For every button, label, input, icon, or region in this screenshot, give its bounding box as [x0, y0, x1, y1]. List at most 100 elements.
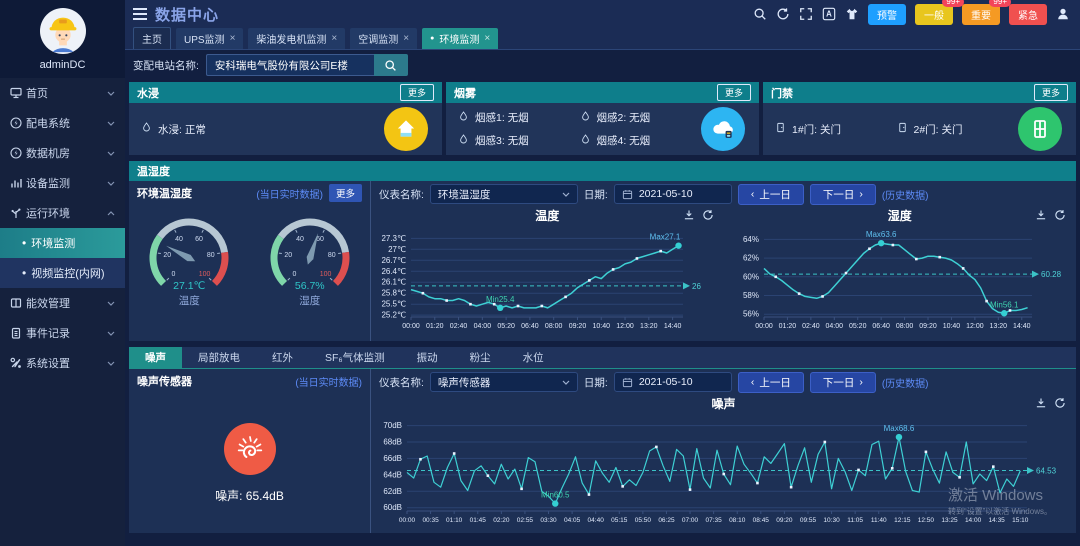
svg-text:14:40: 14:40	[664, 323, 682, 330]
card-more-button[interactable]: 更多	[717, 84, 751, 101]
sidebar-item-label: 首页	[26, 85, 107, 101]
alert-button-0[interactable]: 预警	[868, 4, 906, 25]
svg-text:26.4℃: 26.4℃	[381, 267, 406, 276]
page-title: 数据中心	[155, 4, 219, 25]
svg-text:27.3℃: 27.3℃	[381, 234, 406, 243]
env-tab-4[interactable]: 振动	[401, 347, 454, 368]
droplet-icon	[458, 134, 469, 148]
meter-select[interactable]: 噪声传感器	[430, 372, 578, 392]
refresh-icon[interactable]	[1054, 209, 1066, 224]
download-icon[interactable]	[1035, 397, 1047, 412]
svg-text:09:20: 09:20	[776, 517, 793, 524]
refresh-icon[interactable]	[1054, 397, 1066, 412]
refresh-icon[interactable]	[702, 209, 714, 224]
download-icon[interactable]	[683, 209, 695, 224]
noise-chart-panel: 噪声 60dB62dB64dB66dB68dB70dB00:0000:3501:…	[371, 395, 1076, 534]
sidebar-item-chart[interactable]: 设备监测	[0, 168, 125, 198]
date-picker[interactable]: 2021-05-10	[614, 372, 732, 392]
svg-text:13:20: 13:20	[640, 323, 658, 330]
env-tab-2[interactable]: 红外	[256, 347, 309, 368]
svg-text:14:00: 14:00	[965, 517, 982, 524]
close-icon[interactable]: ×	[230, 33, 236, 44]
alert-button-3[interactable]: 紧急	[1009, 4, 1047, 25]
sidebar-item-monitor[interactable]: 首页	[0, 78, 125, 108]
sidebar-subitem-0[interactable]: •环境监测	[0, 228, 125, 258]
svg-text:20: 20	[164, 252, 172, 259]
clothes-icon[interactable]	[845, 7, 859, 21]
svg-text:25.8℃: 25.8℃	[381, 289, 406, 298]
gauge-more-button[interactable]: 更多	[329, 184, 362, 202]
svg-text:25.5℃: 25.5℃	[381, 300, 406, 309]
date-label: 日期:	[584, 187, 608, 202]
sidebar: adminDC 首页配电系统数据机房设备监测运行环境•环境监测•视频监控(内网)…	[0, 0, 125, 546]
chevron-down-icon	[562, 192, 570, 197]
droplet-icon	[458, 111, 469, 125]
alert-button-1[interactable]: 一般99+	[915, 4, 953, 25]
history-data-link[interactable]: (历史数据)	[882, 375, 929, 390]
svg-text:01:20: 01:20	[778, 323, 796, 330]
env-tab-6[interactable]: 水位	[507, 347, 560, 368]
station-name-input[interactable]	[206, 54, 374, 76]
history-data-link[interactable]: (历史数据)	[882, 187, 929, 202]
chevron-down-icon	[107, 87, 115, 99]
smoke-cloud-icon	[701, 107, 745, 151]
sidebar-item-server[interactable]: 数据机房	[0, 138, 125, 168]
sidebar-subitem-1[interactable]: •视频监控(内网)	[0, 258, 125, 288]
sidebar-item-doc[interactable]: 事件记录	[0, 318, 125, 348]
sidebar-item-env[interactable]: 运行环境	[0, 198, 125, 228]
svg-text:0: 0	[292, 271, 296, 278]
sidebar-item-power[interactable]: 配电系统	[0, 108, 125, 138]
page-tab-1[interactable]: UPS监测×	[176, 28, 243, 49]
env-tab-1[interactable]: 局部放电	[182, 347, 256, 368]
page-tab-4[interactable]: ●环境监测×	[422, 28, 498, 49]
card-more-button[interactable]: 更多	[400, 84, 434, 101]
sidebar-item-label: 配电系统	[26, 115, 107, 131]
svg-text:06:40: 06:40	[521, 323, 539, 330]
download-icon[interactable]	[1035, 209, 1047, 224]
date-picker[interactable]: 2021-05-10	[614, 184, 732, 204]
env-tab-3[interactable]: SF₆气体监测	[309, 347, 401, 368]
search-icon[interactable]	[753, 7, 767, 21]
svg-text:25.2℃: 25.2℃	[381, 311, 406, 320]
close-icon[interactable]: ×	[403, 33, 409, 44]
user-icon[interactable]	[1056, 7, 1070, 21]
card-more-button[interactable]: 更多	[1034, 84, 1068, 101]
prev-day-button[interactable]: ‹上一日	[738, 184, 804, 205]
close-icon[interactable]: ×	[331, 33, 337, 44]
next-day-button[interactable]: 下一日›	[810, 372, 876, 393]
active-dot: ●	[430, 35, 434, 42]
avatar[interactable]	[40, 8, 86, 54]
translate-icon[interactable]: A	[822, 7, 836, 21]
humidity-chart: 56%58%60%62%64%00:0001:2002:4004:0005:20…	[724, 223, 1072, 335]
page-tab-0[interactable]: 主页	[133, 27, 171, 49]
svg-text:12:15: 12:15	[894, 517, 911, 524]
env-tab-0[interactable]: 噪声	[129, 347, 182, 368]
env-tab-5[interactable]: 粉尘	[454, 347, 507, 368]
fullscreen-icon[interactable]	[799, 7, 813, 21]
server-icon	[10, 147, 26, 159]
sidebar-item-label: 系统设置	[26, 355, 107, 371]
close-icon[interactable]: ×	[484, 33, 490, 44]
next-day-button[interactable]: 下一日›	[810, 184, 876, 205]
svg-text:68dB: 68dB	[383, 438, 402, 447]
meter-name-label: 仪表名称:	[379, 375, 424, 390]
svg-text:07:00: 07:00	[682, 517, 699, 524]
meter-select[interactable]: 环境温湿度	[430, 184, 578, 204]
door-icon	[775, 122, 786, 136]
sidebar-item-label: 设备监测	[26, 175, 107, 191]
svg-text:00:00: 00:00	[402, 323, 420, 330]
page-tab-2[interactable]: 柴油发电机监测×	[248, 28, 345, 49]
page-tab-3[interactable]: 空调监测×	[350, 28, 417, 49]
svg-text:10:40: 10:40	[592, 323, 610, 330]
hamburger-menu-icon[interactable]	[133, 8, 147, 20]
card-item: 2#门: 关门	[897, 122, 1019, 137]
sidebar-item-book[interactable]: 能效管理	[0, 288, 125, 318]
temperature-chart: 25.2℃25.5℃25.8℃26.1℃26.4℃26.7℃27℃27.3℃00…	[371, 223, 719, 335]
app-root: adminDC 首页配电系统数据机房设备监测运行环境•环境监测•视频监控(内网)…	[0, 0, 1080, 546]
refresh-icon[interactable]	[776, 7, 790, 21]
sidebar-item-tools[interactable]: 系统设置	[0, 348, 125, 378]
svg-text:06:40: 06:40	[872, 323, 890, 330]
prev-day-button[interactable]: ‹上一日	[738, 372, 804, 393]
alert-button-2[interactable]: 重要99+	[962, 4, 1000, 25]
search-button[interactable]	[374, 54, 408, 76]
